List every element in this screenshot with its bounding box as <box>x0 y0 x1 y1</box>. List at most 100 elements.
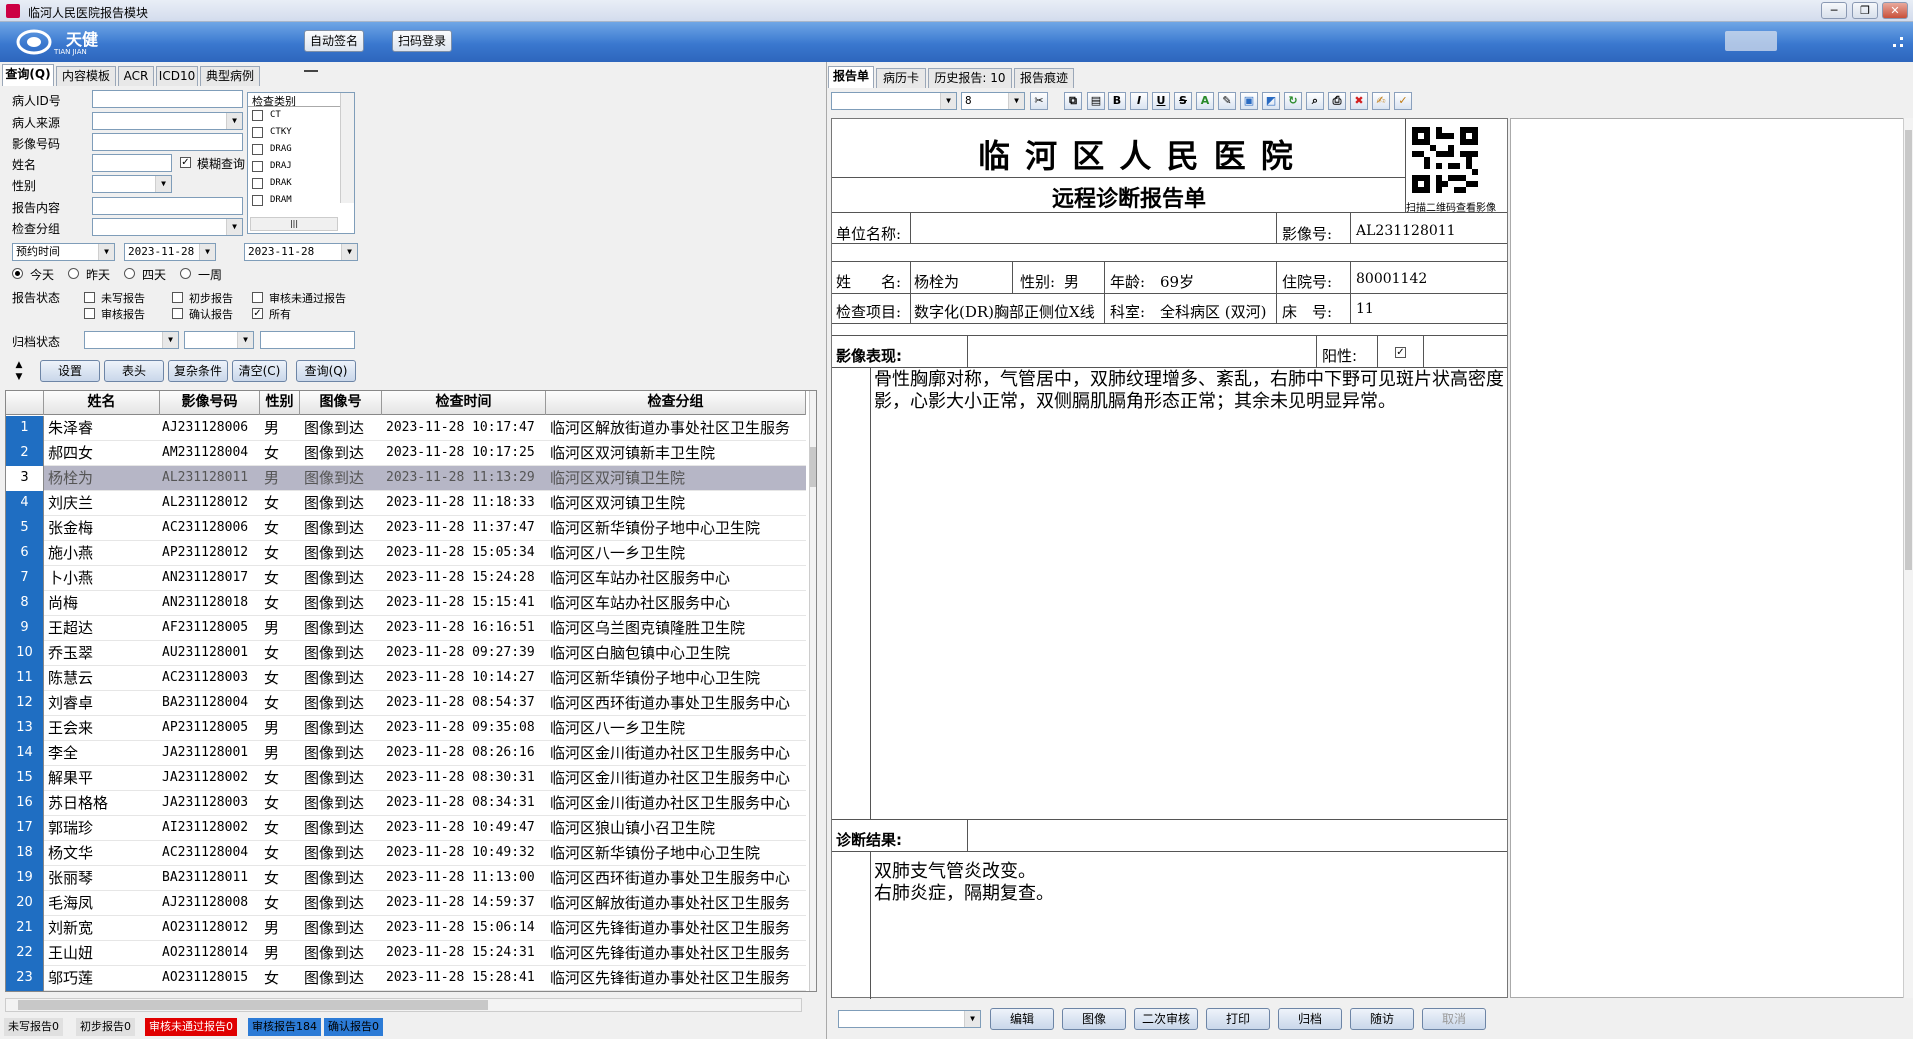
radio-week[interactable] <box>180 268 191 279</box>
table-row[interactable]: 3 杨栓为 AL231128011 男 图像到达 2023-11-28 11:13:29 临… <box>6 466 806 491</box>
table-row[interactable]: 4 刘庆兰 AL231128012 女 图像到达 2023-11-28 11:18:33 临… <box>6 491 806 516</box>
table-row[interactable]: 7 卜小燕 AN231128017 女 图像到达 2023-11-28 15:24:28 临… <box>6 566 806 591</box>
radio-today[interactable] <box>12 268 23 279</box>
status-initial[interactable]: 初步报告0 <box>76 1018 135 1036</box>
category-checkbox[interactable] <box>252 195 263 206</box>
exam-category-list[interactable]: 检查类别 CT CTKY DRAG DRAJ DRAK DRAM ||| <box>247 92 355 234</box>
tab-report-trace[interactable]: 报告痕迹 <box>1014 68 1074 88</box>
col-sex-header[interactable]: 性别 <box>260 391 300 415</box>
table-row[interactable]: 9 王超达 AF231128005 男 图像到达 2023-11-28 16:16:51 临… <box>6 616 806 641</box>
audited-checkbox[interactable] <box>84 308 95 319</box>
table-row[interactable]: 22 王山妞 AO231128014 男 图像到达 2023-11-28 15:24:31… <box>6 941 806 966</box>
strikethrough-icon[interactable]: S <box>1174 92 1192 110</box>
bold-icon[interactable]: B <box>1108 92 1126 110</box>
col-image-no-header[interactable]: 图像号 <box>300 391 382 415</box>
highlight-icon[interactable]: ✎ <box>1218 92 1236 110</box>
date-to-picker[interactable]: 2023-11-28 ▼ <box>244 243 358 261</box>
category-vscroll[interactable] <box>340 93 354 203</box>
table-row[interactable]: 15 解果平 JA231128002 女 图像到达 2023-11-28 08:30:31… <box>6 766 806 791</box>
audit-fail-checkbox[interactable] <box>252 292 263 303</box>
table-row[interactable]: 14 李全 JA231128001 男 图像到达 2023-11-28 08:26:16 临… <box>6 741 806 766</box>
tab-report[interactable]: 报告单 <box>828 66 874 88</box>
minimize-button[interactable]: ─ <box>1821 2 1847 19</box>
image-button[interactable]: 图像 <box>1062 1008 1126 1030</box>
category-checkbox[interactable] <box>252 178 263 189</box>
patient-id-input[interactable] <box>92 90 243 108</box>
archive-input[interactable] <box>260 331 355 349</box>
table-vscroll[interactable] <box>809 391 816 991</box>
approve-icon[interactable]: ✓ <box>1394 92 1412 110</box>
report-vscroll[interactable] <box>1903 118 1913 998</box>
paste-icon[interactable]: ▤ <box>1087 92 1105 110</box>
status-unwritten[interactable]: 未写报告0 <box>4 1018 63 1036</box>
template-select[interactable]: ▼ <box>838 1010 981 1028</box>
table-row[interactable]: 10 乔玉翠 AU231128001 女 图像到达 2023-11-28 09:27:39… <box>6 641 806 666</box>
date-from-picker[interactable]: 2023-11-28 ▼ <box>124 243 216 261</box>
table-row[interactable]: 23 邬巧莲 AO231128015 女 图像到达 2023-11-28 15:28:41… <box>6 966 806 991</box>
font-color-icon[interactable]: A <box>1196 92 1214 110</box>
italic-icon[interactable]: I <box>1130 92 1148 110</box>
table-row[interactable]: 17 郭瑞珍 AI231128002 女 图像到达 2023-11-28 10:49:47… <box>6 816 806 841</box>
arrow-up-icon[interactable]: ▲ <box>10 361 28 371</box>
fuzzy-query-checkbox[interactable]: ✓ <box>180 157 191 168</box>
gender-select[interactable]: ▼ <box>92 175 172 193</box>
status-audited[interactable]: 审核报告184 <box>248 1018 321 1036</box>
header-button[interactable]: 表头 <box>104 360 164 382</box>
report-content-input[interactable] <box>92 197 243 215</box>
table-row[interactable]: 20 毛海凤 AJ231128008 女 图像到达 2023-11-28 14:59:37… <box>6 891 806 916</box>
tab-medical-record[interactable]: 病历卡 <box>876 68 926 88</box>
arrow-down-icon[interactable]: ▼ <box>10 373 28 383</box>
second-audit-button[interactable]: 二次审核 <box>1134 1008 1198 1030</box>
time-type-select[interactable]: 预约时间 ▼ <box>12 243 115 261</box>
print-button[interactable]: 打印 <box>1206 1008 1270 1030</box>
tab-query[interactable]: 查询(Q) <box>2 64 54 86</box>
category-checkbox[interactable] <box>252 110 263 121</box>
status-audit-fail[interactable]: 审核未通过报告0 <box>145 1018 237 1036</box>
copy-icon[interactable]: ⧉ <box>1064 92 1082 110</box>
radio-four-days[interactable] <box>124 268 135 279</box>
table-row[interactable]: 21 刘新宽 AO231128012 男 图像到达 2023-11-28 15:06:14… <box>6 916 806 941</box>
delete-icon[interactable]: ✖ <box>1350 92 1368 110</box>
insert-object-icon[interactable]: ◩ <box>1262 92 1280 110</box>
category-checkbox[interactable] <box>252 144 263 155</box>
category-checkbox[interactable] <box>252 127 263 138</box>
status-confirmed[interactable]: 确认报告0 <box>324 1018 383 1036</box>
table-row[interactable]: 16 苏日格格 JA231128003 女 图像到达 2023-11-28 08:34:3… <box>6 791 806 816</box>
unwritten-checkbox[interactable] <box>84 292 95 303</box>
cancel-button[interactable]: 取消 <box>1422 1008 1486 1030</box>
source-select[interactable]: ▼ <box>92 112 243 130</box>
refresh-icon[interactable]: ↻ <box>1284 92 1302 110</box>
scan-login-button[interactable]: 扫码登录 <box>392 30 452 52</box>
edit-button[interactable]: 编辑 <box>990 1008 1054 1030</box>
table-row[interactable]: 13 王会来 AP231128005 男 图像到达 2023-11-28 09:35:08… <box>6 716 806 741</box>
table-row[interactable]: 12 刘睿卓 BA231128004 女 图像到达 2023-11-28 08:54:37… <box>6 691 806 716</box>
follow-up-button[interactable]: 随访 <box>1350 1008 1414 1030</box>
table-row[interactable]: 11 陈慧云 AC231128003 女 图像到达 2023-11-28 10:14:27… <box>6 666 806 691</box>
close-button[interactable]: ✕ <box>1882 2 1908 19</box>
table-row[interactable]: 5 张金梅 AC231128006 女 图像到达 2023-11-28 11:37:47 临… <box>6 516 806 541</box>
confirmed-checkbox[interactable] <box>172 308 183 319</box>
collapse-icon[interactable] <box>304 70 318 75</box>
exam-group-select[interactable]: ▼ <box>92 218 243 236</box>
maximize-button[interactable]: ❐ <box>1852 2 1878 19</box>
diagnosis-line-2[interactable]: 右肺炎症，隔期复查。 <box>874 879 1054 905</box>
auto-sign-button[interactable]: 自动签名 <box>304 30 364 52</box>
col-image-code-header[interactable]: 影像号码 <box>160 391 260 415</box>
font-size-select[interactable]: 8 ▼ <box>961 92 1025 110</box>
category-hscroll[interactable]: ||| <box>250 217 338 231</box>
archive-select-2[interactable]: ▼ <box>184 331 254 349</box>
tab-content-template[interactable]: 内容模板 <box>56 66 116 86</box>
print-preview-icon[interactable]: ⎙ <box>1328 92 1346 110</box>
cut-icon[interactable]: ✂ <box>1030 92 1048 110</box>
table-row[interactable]: 19 张丽琴 BA231128011 女 图像到达 2023-11-28 11:13:00… <box>6 866 806 891</box>
tab-icd10[interactable]: ICD10 <box>156 66 198 86</box>
table-row[interactable]: 6 施小燕 AP231128012 女 图像到达 2023-11-28 15:05:34 临… <box>6 541 806 566</box>
table-row[interactable]: 2 郝四女 AM231128004 女 图像到达 2023-11-28 10:17:25 临… <box>6 441 806 466</box>
radio-yesterday[interactable] <box>68 268 79 279</box>
col-name-header[interactable]: 姓名 <box>44 391 160 415</box>
clear-button[interactable]: 清空(C) <box>232 360 287 382</box>
col-exam-group-header[interactable]: 检查分组 <box>546 391 806 415</box>
find-icon[interactable]: ⌕ <box>1306 92 1324 110</box>
all-checkbox[interactable]: ✓ <box>252 308 263 319</box>
underline-icon[interactable]: U <box>1152 92 1170 110</box>
